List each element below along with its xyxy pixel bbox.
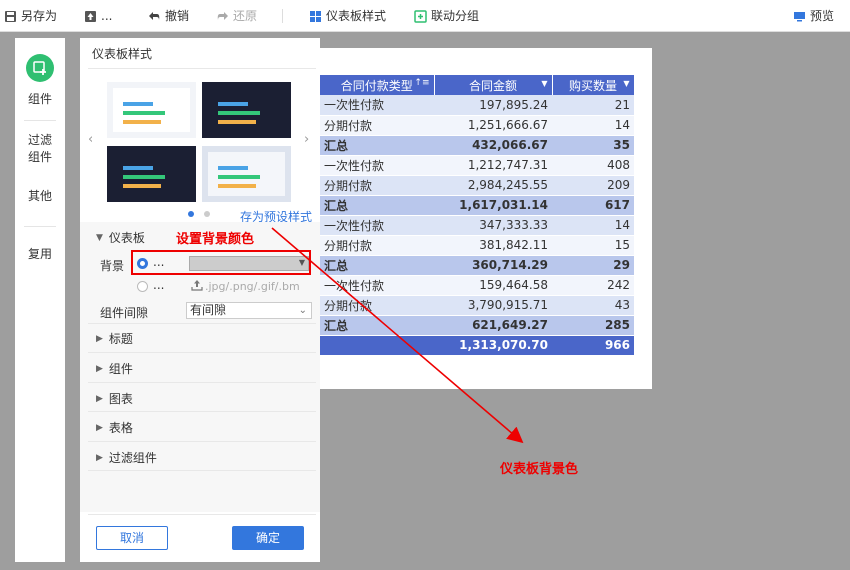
- annotation-arrow: [271, 227, 524, 444]
- annotation-arrow-layer: [271, 227, 524, 444]
